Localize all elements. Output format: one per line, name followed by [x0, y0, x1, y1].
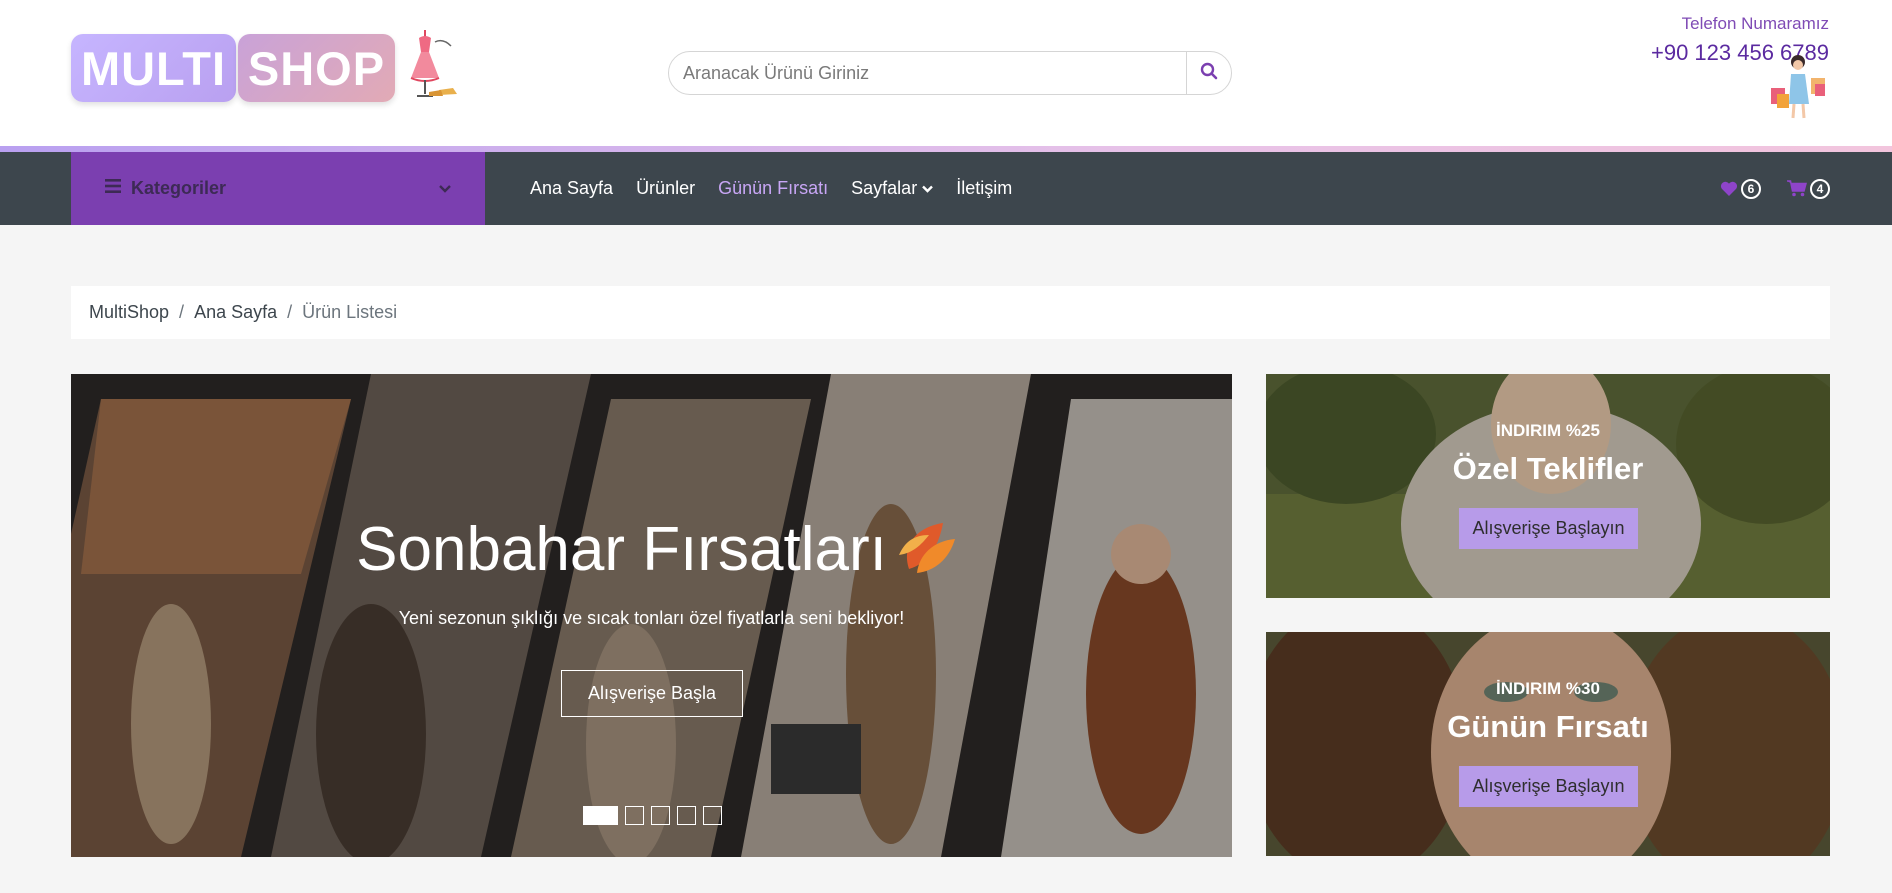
hero-shop-button[interactable]: Alışverişe Başla	[561, 670, 743, 717]
site-logo[interactable]: MULTI SHOP	[71, 29, 461, 102]
chevron-down-icon	[922, 185, 934, 193]
search-button[interactable]	[1186, 52, 1231, 94]
nav-link-deal-of-day[interactable]: Günün Fırsatı	[718, 178, 828, 199]
menu-bars-icon	[105, 179, 121, 198]
nav-link-pages-label: Sayfalar	[851, 178, 918, 198]
header: MULTI SHOP Aranacak Ürünü Giriniz Telefo…	[0, 0, 1892, 146]
wishlist-count-badge: 6	[1741, 178, 1761, 199]
autumn-leaf-icon	[895, 515, 961, 586]
nav-link-products[interactable]: Ürünler	[636, 178, 695, 199]
offer-discount: İNDIRIM %30	[1496, 679, 1600, 698]
categories-toggle[interactable]: Kategoriler	[71, 152, 485, 225]
main-navbar: Kategoriler Ana Sayfa Ürünler Günün Fırs…	[0, 152, 1892, 225]
breadcrumb-item-current: Ürün Listesi	[302, 302, 398, 322]
carousel-dot-1[interactable]	[583, 806, 618, 825]
dress-mannequin-icon	[399, 28, 461, 109]
chevron-down-icon	[439, 180, 451, 198]
breadcrumb-separator: /	[179, 302, 185, 322]
cart-icon	[1787, 180, 1807, 197]
nav-link-pages[interactable]: Sayfalar	[851, 178, 934, 199]
search-icon	[1200, 62, 1218, 85]
hero-title: Sonbahar Fırsatları	[356, 515, 887, 584]
wishlist-button[interactable]: 6	[1720, 178, 1761, 199]
breadcrumb-item-multishop[interactable]: MultiShop	[89, 302, 169, 323]
offer-card-special: İNDIRIM %25 Özel Teklifler Alışverişe Ba…	[1266, 374, 1830, 598]
offer-shop-button[interactable]: Alışverişe Başlayın	[1459, 766, 1638, 807]
carousel-dot-2[interactable]	[625, 806, 644, 825]
hero-subtitle: Yeni sezonun şıklığı ve sıcak tonları öz…	[398, 608, 905, 628]
carousel-dot-4[interactable]	[677, 806, 696, 825]
nav-icons: 6 4	[1694, 152, 1830, 225]
cart-count-badge: 4	[1810, 178, 1830, 199]
cart-button[interactable]: 4	[1787, 178, 1830, 199]
breadcrumb-item-home[interactable]: Ana Sayfa	[194, 302, 277, 323]
breadcrumb: MultiShop / Ana Sayfa / Ürün Listesi	[71, 286, 1830, 339]
offer-card-daily-deal: İNDIRIM %30 Günün Fırsatı Alışverişe Baş…	[1266, 632, 1830, 856]
carousel-indicators	[583, 806, 729, 825]
hero-carousel: Sonbahar Fırsatları Yeni sezonun şıklığı…	[71, 374, 1232, 857]
carousel-dot-3[interactable]	[651, 806, 670, 825]
categories-label: Kategoriler	[131, 178, 227, 198]
shopping-woman-icon	[1765, 52, 1829, 127]
breadcrumb-separator: /	[287, 302, 293, 322]
phone-label: Telefon Numaramız	[1681, 14, 1829, 33]
offer-shop-button[interactable]: Alışverişe Başlayın	[1459, 508, 1638, 549]
nav-links: Ana Sayfa Ürünler Günün Fırsatı Sayfalar…	[530, 152, 1035, 225]
offer-title: Özel Teklifler	[1452, 451, 1644, 486]
search-bar	[668, 51, 1232, 95]
nav-link-home[interactable]: Ana Sayfa	[530, 178, 613, 199]
nav-link-contact[interactable]: İletişim	[956, 178, 1012, 199]
carousel-dot-5[interactable]	[703, 806, 722, 825]
offer-discount: İNDIRIM %25	[1496, 421, 1600, 440]
heart-icon	[1720, 181, 1738, 197]
search-input[interactable]	[669, 52, 1186, 94]
logo-multi: MULTI	[71, 34, 236, 102]
logo-shop: SHOP	[238, 34, 395, 102]
offer-title: Günün Fırsatı	[1447, 709, 1649, 744]
